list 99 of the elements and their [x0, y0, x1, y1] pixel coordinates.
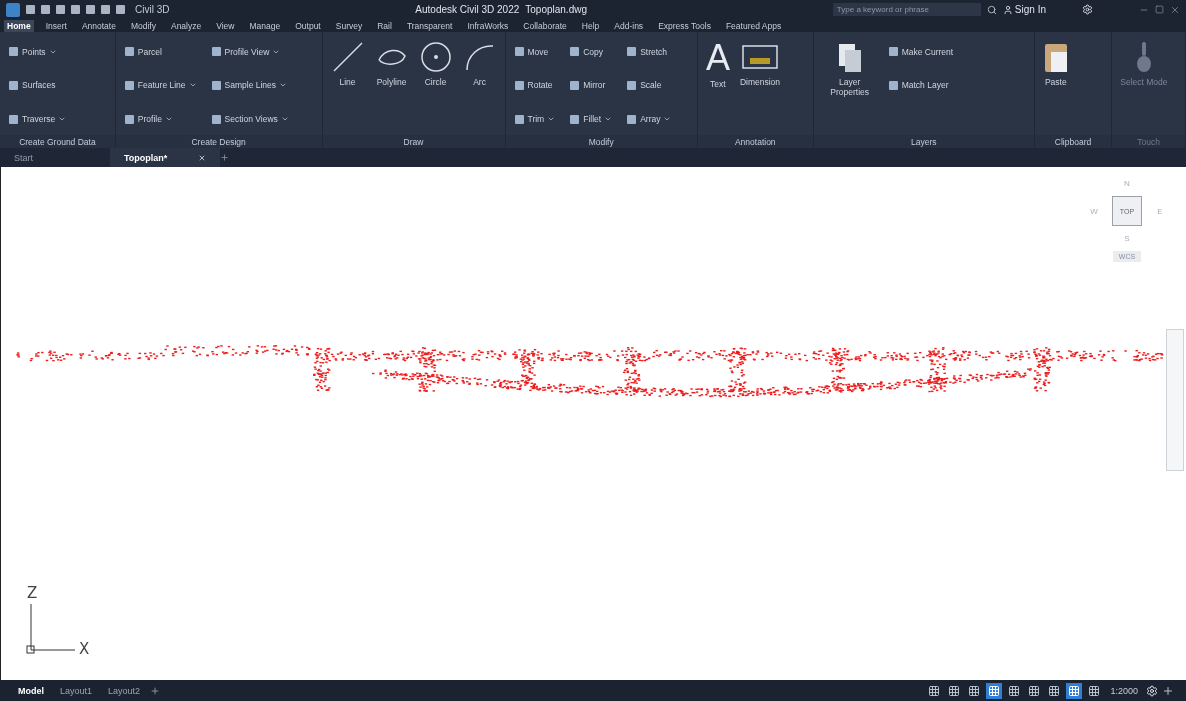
compass-label: S [1124, 234, 1130, 243]
tool-button[interactable]: Trim [511, 105, 558, 133]
ribbon-tab[interactable]: Insert [42, 19, 70, 32]
tool-button[interactable]: Profile View [208, 38, 291, 66]
tool-button[interactable]: Array [624, 105, 674, 133]
tool-button[interactable]: Stretch [624, 38, 674, 66]
tool-icon [123, 113, 135, 125]
tool-button[interactable]: Mirror [567, 71, 615, 100]
tool-button[interactable]: Fillet [567, 105, 615, 133]
window-title: Autodesk Civil 3D 2022 [415, 4, 520, 15]
tool-button[interactable]: Sample Lines [208, 71, 291, 100]
tool-button[interactable]: Copy [567, 38, 615, 66]
text-glyph: A [705, 40, 730, 76]
axis-label: Z [27, 584, 38, 602]
status-toggle[interactable] [1066, 682, 1083, 699]
status-toggle[interactable] [986, 682, 1003, 699]
panel-title[interactable]: Draw [403, 136, 424, 147]
axis-label: X [79, 640, 90, 658]
tool-button[interactable]: Parcel [121, 38, 199, 66]
ribbon-tab[interactable]: Manage [246, 19, 284, 32]
compass-label: N [1124, 179, 1130, 188]
tool-button[interactable]: Profile [121, 105, 199, 133]
ribbon-tab[interactable]: Transparent [403, 19, 456, 32]
layout-tab[interactable]: Layout2 [102, 685, 147, 696]
tool-button[interactable]: Points [6, 38, 69, 66]
workspace-selector[interactable]: Civil 3D [131, 4, 170, 15]
tool-icon [626, 80, 638, 91]
tool-icon [210, 80, 222, 91]
close-icon[interactable] [1170, 4, 1180, 15]
ribbon-tab[interactable]: Add-ins [611, 19, 647, 32]
tool-button[interactable]: Rotate [511, 71, 558, 100]
tool-icon [569, 113, 581, 125]
tool-icon [513, 46, 525, 58]
ribbon-tab[interactable]: InfraWorks [464, 19, 512, 32]
ucs-axes-icon [26, 603, 76, 654]
tool-icon [210, 46, 222, 58]
search-icon[interactable] [986, 4, 997, 15]
ribbon-tab[interactable]: Collaborate [520, 19, 570, 32]
new-tab-icon[interactable] [220, 153, 229, 162]
tool-icon [513, 113, 525, 125]
add-layout-icon[interactable] [150, 685, 161, 696]
tool-icon [569, 80, 581, 91]
ribbon-tab[interactable]: Express Tools [655, 19, 714, 32]
tool-button[interactable]: Traverse [6, 105, 69, 133]
panel-title[interactable]: Layers [910, 136, 937, 147]
tool-button[interactable]: Move [511, 38, 558, 66]
tool-icon [569, 46, 581, 58]
tool-button[interactable]: Feature Line [121, 71, 199, 100]
ribbon-tab[interactable]: View [213, 19, 238, 32]
tool-icon [887, 80, 899, 91]
settings-icon[interactable] [1082, 4, 1093, 15]
tool-icon [626, 46, 638, 58]
tool-button[interactable]: Section Views [208, 105, 291, 133]
tool-button[interactable]: Arc [460, 38, 499, 133]
tool-icon [8, 80, 19, 91]
settings-icon[interactable] [1146, 684, 1158, 697]
tool-button[interactable]: Surfaces [6, 71, 69, 100]
tool-icon [123, 80, 135, 91]
compass-label: W [1090, 206, 1098, 216]
sign-in-button[interactable]: Sign In [1002, 4, 1046, 15]
tool-icon [123, 46, 135, 58]
ribbon-tab[interactable]: Annotate [78, 19, 119, 32]
tool-icon [887, 46, 899, 58]
file-name: Topoplan.dwg [525, 4, 587, 15]
plus-icon[interactable] [1162, 684, 1174, 697]
layout-tab[interactable]: Layout1 [54, 685, 99, 696]
tool-icon [513, 80, 525, 91]
tool-button[interactable]: Match Layer [885, 71, 956, 100]
ribbon-tab[interactable]: Output [292, 19, 324, 32]
close-icon[interactable] [198, 153, 206, 162]
app-logo-icon[interactable] [6, 2, 20, 17]
compass-label: E [1157, 206, 1163, 216]
tool-icon [210, 113, 222, 125]
tool-button[interactable]: Paste [1040, 38, 1071, 133]
tool-button[interactable]: Make Current [885, 38, 956, 66]
layout-tab[interactable]: Model [12, 685, 50, 696]
tool-button[interactable]: A Text [703, 38, 732, 133]
circle-icon [418, 40, 453, 74]
ribbon-tab[interactable]: Rail [374, 19, 395, 32]
tool-button[interactable]: Dimension [737, 38, 783, 133]
user-icon [1002, 4, 1013, 15]
ribbon-tab[interactable]: Featured Apps [722, 19, 785, 32]
tool-icon [626, 113, 638, 125]
ribbon-tab[interactable]: Analyze [167, 19, 205, 32]
tool-button[interactable]: Polyline [372, 38, 411, 133]
tool-button[interactable]: Circle [416, 38, 455, 133]
ribbon-tab[interactable]: Help [578, 19, 603, 32]
ribbon-tab[interactable]: Home [4, 19, 34, 32]
panel-title[interactable]: Modify [588, 136, 614, 147]
tool-icon [8, 46, 19, 58]
tool-button[interactable]: Line [328, 38, 367, 133]
annotation-scale[interactable]: 1:2000 [1106, 685, 1142, 696]
ribbon-tab[interactable]: Modify [127, 19, 159, 32]
tool-button[interactable]: Scale [624, 71, 674, 100]
document-tab[interactable]: Topoplan* [110, 148, 220, 167]
search-field[interactable]: Type a keyword or phrase [832, 3, 981, 16]
ribbon-tab[interactable]: Survey [332, 19, 366, 32]
tool-button[interactable]: Layer Properties [819, 38, 880, 133]
tool-icon [8, 113, 19, 125]
